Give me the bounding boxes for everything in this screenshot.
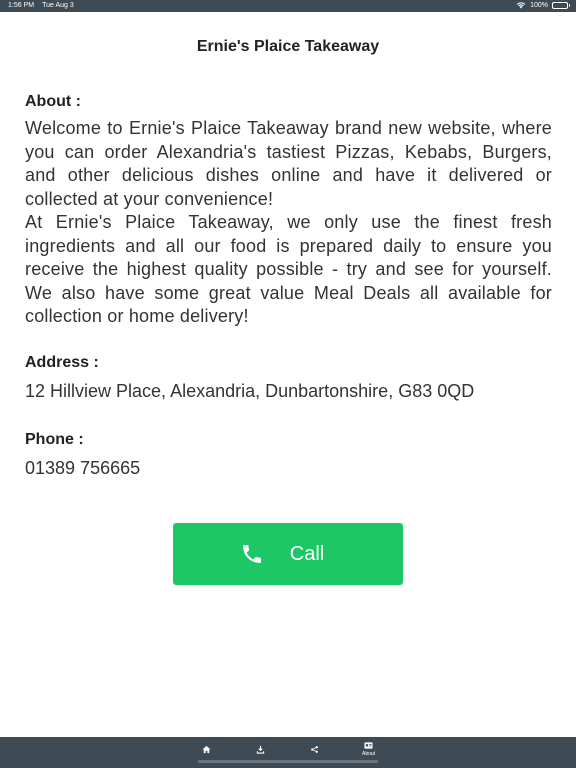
status-time: 1:56 PM xyxy=(8,2,35,9)
status-left: 1:56 PM Tue Aug 3 xyxy=(8,2,74,9)
phone-icon xyxy=(242,545,261,563)
call-button-label: Call xyxy=(289,542,325,565)
nav-label-about: About xyxy=(362,751,376,757)
about-paragraph: Welcome to Ernie's Plaice Takeaway brand… xyxy=(25,118,552,209)
home-indicator xyxy=(198,760,378,763)
status-bar: 1:56 PM Tue Aug 3 100% xyxy=(0,0,576,12)
info-card-icon xyxy=(364,742,373,749)
wifi-icon xyxy=(516,2,526,9)
info-content: About : Welcome to Ernie's Plaice Takeaw… xyxy=(25,92,552,479)
nav-item-home[interactable] xyxy=(202,745,211,754)
phone-value: 01389 756665 xyxy=(25,457,141,478)
battery-percent: 100% xyxy=(530,1,548,9)
home-icon xyxy=(202,745,211,754)
address-value: 12 Hillview Place, Alexandria, Dunbarton… xyxy=(25,380,475,401)
page-title: Ernie's Plaice Takeaway xyxy=(196,38,380,55)
nav-item-about[interactable]: About xyxy=(362,741,375,757)
status-right: 100% xyxy=(516,1,570,9)
bottom-nav-bar: About xyxy=(0,737,576,768)
about-paragraph: At Ernie's Plaice Takeaway, we only use … xyxy=(25,212,552,326)
about-text: Welcome to Ernie's Plaice Takeaway brand… xyxy=(25,117,552,329)
download-icon xyxy=(256,745,265,754)
status-date: Tue Aug 3 xyxy=(42,2,74,9)
battery-icon xyxy=(552,1,570,9)
nav-item-share[interactable] xyxy=(310,745,319,754)
address-heading: Address : xyxy=(25,353,99,371)
call-button[interactable]: Call xyxy=(173,523,403,585)
phone-heading: Phone : xyxy=(25,430,84,448)
about-heading: About : xyxy=(25,93,81,110)
share-icon xyxy=(311,746,318,753)
nav-item-download[interactable] xyxy=(256,745,265,754)
